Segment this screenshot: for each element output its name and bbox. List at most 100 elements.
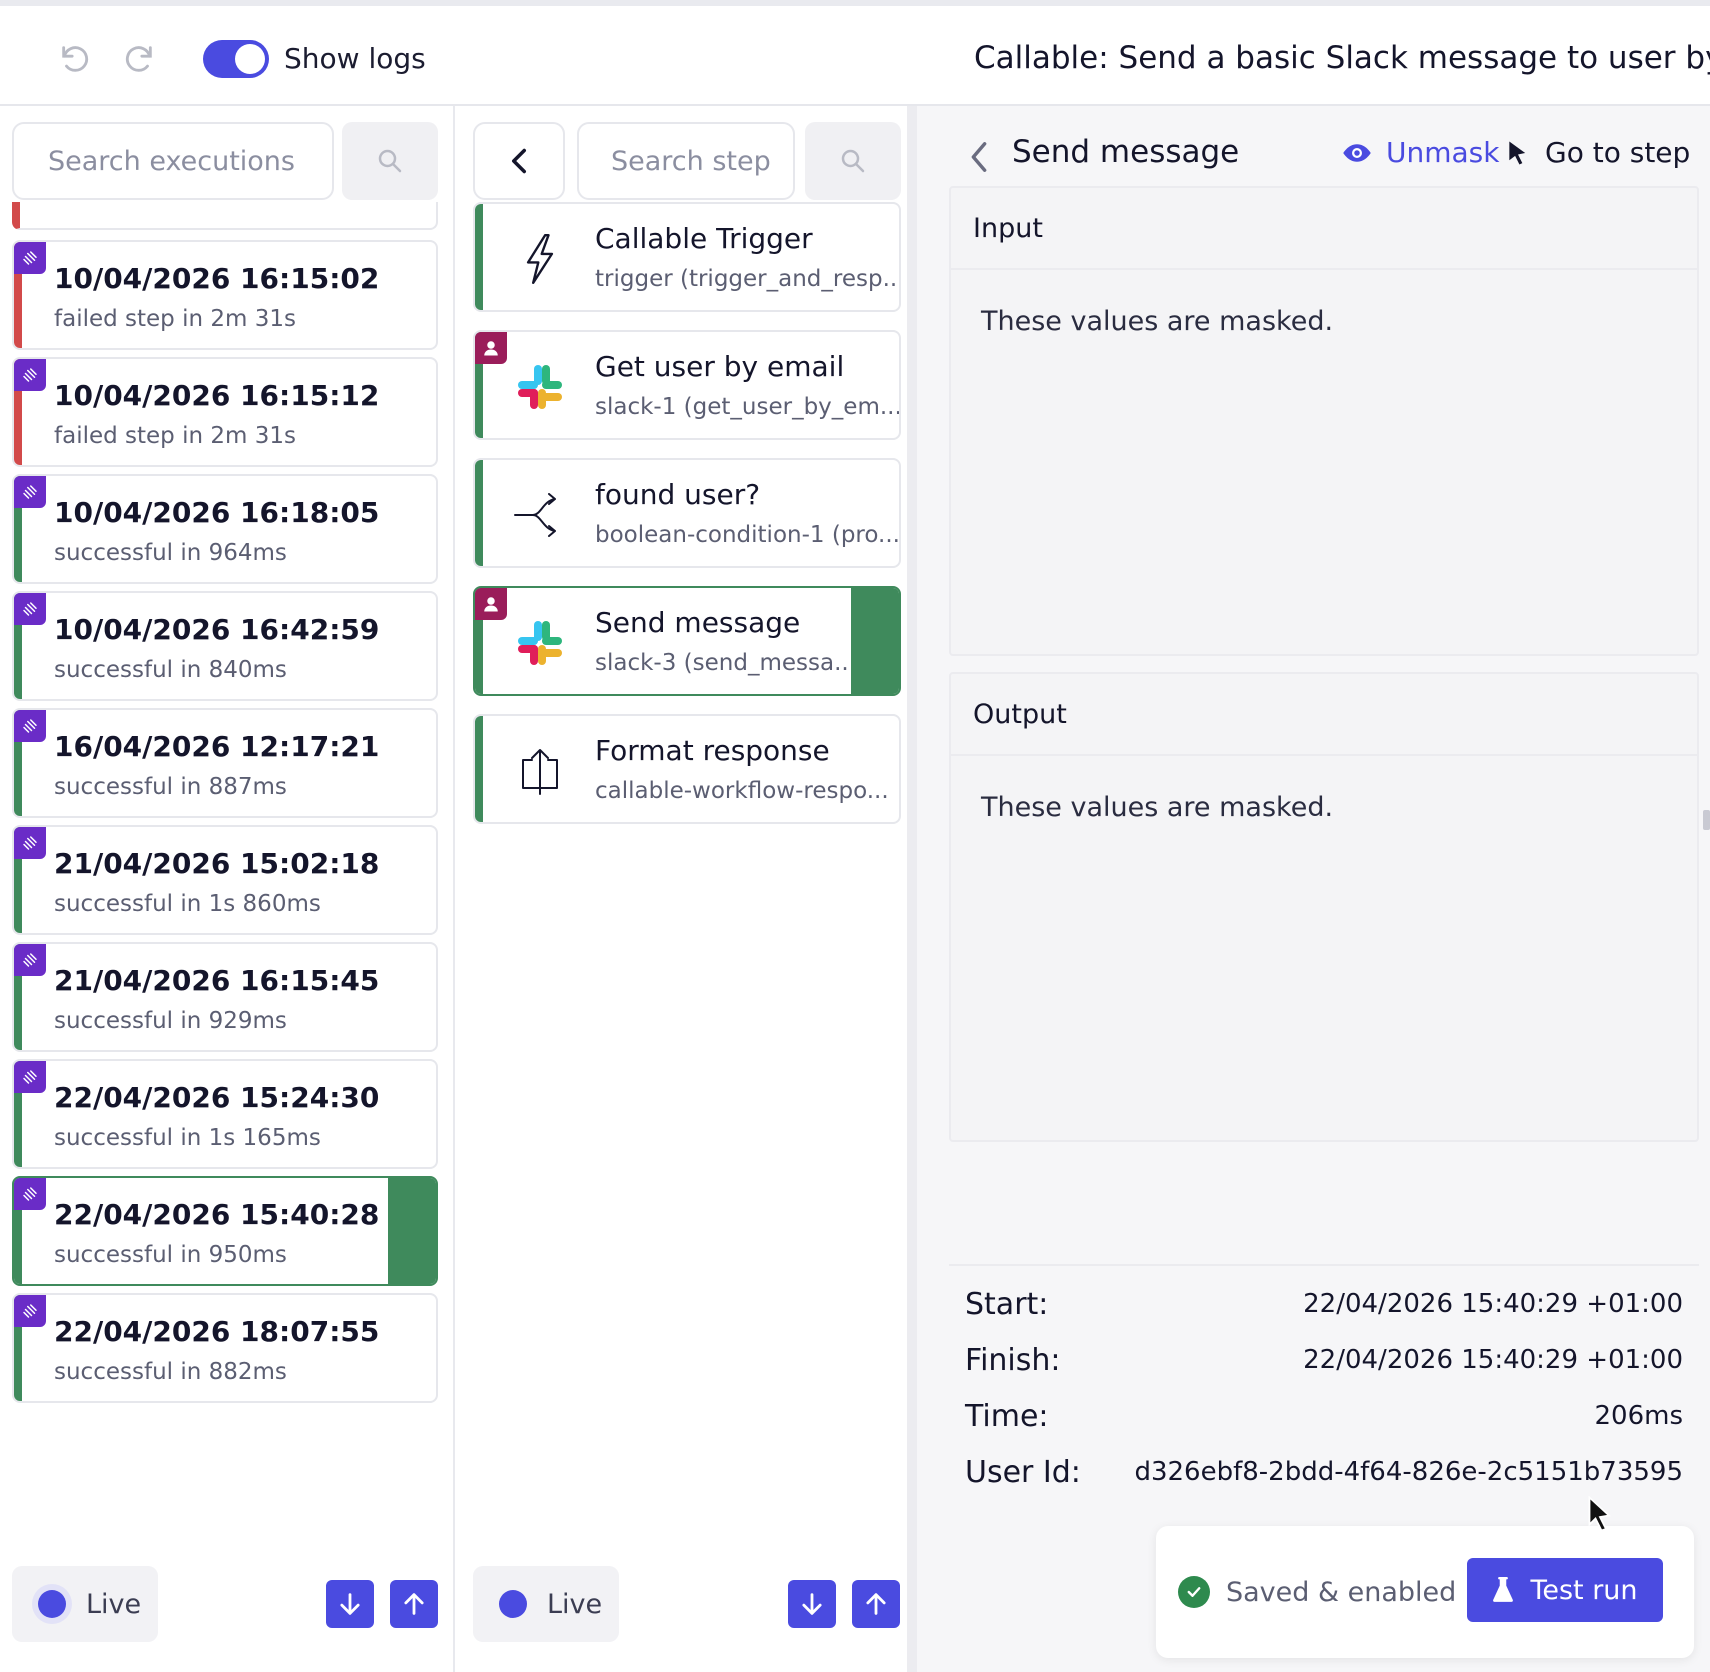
input-masked-text: These values are masked. bbox=[981, 306, 1334, 337]
trigger-tag-icon bbox=[14, 242, 46, 274]
test-run-label: Test run bbox=[1530, 1574, 1638, 1606]
live-button[interactable]: Live bbox=[473, 1566, 619, 1642]
upload-box-icon bbox=[511, 742, 569, 800]
saved-label: Saved & enabled bbox=[1226, 1576, 1457, 1608]
status-stripe bbox=[475, 716, 483, 822]
search-step-input[interactable]: Search step bbox=[577, 122, 795, 200]
execution-date: 10/04/2026 16:15:02 bbox=[54, 262, 380, 295]
execution-card[interactable]: 10/04/2026 16:18:05 successful in 964ms bbox=[12, 474, 438, 584]
execution-card[interactable]: 22/04/2026 15:24:30 successful in 1s 165m… bbox=[12, 1059, 438, 1169]
slack-icon bbox=[511, 358, 569, 416]
trigger-tag-icon bbox=[14, 710, 46, 742]
search-executions-button[interactable] bbox=[342, 122, 438, 200]
selected-indicator bbox=[851, 588, 899, 694]
arrow-up-icon bbox=[404, 1593, 424, 1615]
selected-indicator bbox=[388, 1178, 436, 1284]
execution-status: successful in 840ms bbox=[54, 657, 287, 683]
test-run-button[interactable]: Test run bbox=[1467, 1558, 1663, 1622]
execution-card[interactable]: 22/04/2026 15:40:28 successful in 950ms bbox=[12, 1176, 438, 1286]
execution-status: successful in 964ms bbox=[54, 540, 287, 566]
execution-status: successful in 1s 165ms bbox=[54, 1125, 321, 1151]
mouse-cursor-icon bbox=[1588, 1496, 1611, 1532]
meta-time-row: Time: 206ms bbox=[965, 1396, 1683, 1436]
meta-start-value: 22/04/2026 15:40:29 +01:00 bbox=[1303, 1289, 1683, 1319]
output-panel: Output These values are masked. bbox=[949, 672, 1699, 1142]
cursor-arrow-icon bbox=[1509, 140, 1526, 165]
step-card[interactable]: Callable Trigger trigger (trigger_and_res… bbox=[473, 202, 901, 312]
step-id: callable-workflow-respo... bbox=[595, 778, 889, 804]
meta-start-label: Start: bbox=[965, 1286, 1049, 1322]
search-icon bbox=[378, 149, 402, 173]
show-logs-toggle[interactable] bbox=[203, 40, 269, 78]
execution-card[interactable]: 10/04/2026 16:42:59 successful in 840ms bbox=[12, 591, 438, 701]
execution-card[interactable]: 21/04/2026 15:02:18 successful in 1s 860m… bbox=[12, 825, 438, 935]
step-id: slack-3 (send_messa... bbox=[595, 650, 857, 676]
execution-date: 10/04/2026 16:15:12 bbox=[54, 379, 380, 412]
meta-time-value: 206ms bbox=[1594, 1401, 1684, 1431]
step-card[interactable]: Format response callable-workflow-respo..… bbox=[473, 714, 901, 824]
step-detail-title: Send message bbox=[1012, 134, 1240, 170]
execution-status: failed step in 2m 31s bbox=[54, 306, 296, 332]
scroll-up-button[interactable] bbox=[852, 1580, 900, 1628]
executions-panel: Search executions 10/04/2026 16:15:02 fai… bbox=[0, 106, 455, 1672]
steps-back-button[interactable] bbox=[473, 122, 565, 200]
undo-icon[interactable] bbox=[58, 42, 92, 76]
unmask-button[interactable]: Unmask bbox=[1342, 136, 1499, 169]
execution-status: successful in 1s 860ms bbox=[54, 891, 321, 917]
output-header: Output bbox=[951, 674, 1697, 756]
execution-date: 21/04/2026 15:02:18 bbox=[54, 847, 380, 880]
execution-card[interactable]: 21/04/2026 16:15:45 successful in 929ms bbox=[12, 942, 438, 1052]
user-icon bbox=[475, 332, 507, 364]
toggle-knob bbox=[235, 44, 265, 74]
go-to-step-button[interactable]: Go to step bbox=[1507, 136, 1690, 169]
live-button[interactable]: Live bbox=[12, 1566, 158, 1642]
show-logs-label: Show logs bbox=[284, 42, 426, 75]
step-id: boolean-condition-1 (pro... bbox=[595, 522, 900, 548]
arrow-down-icon bbox=[802, 1593, 822, 1615]
trigger-tag-icon bbox=[14, 1295, 46, 1327]
check-circle-icon bbox=[1178, 1576, 1210, 1608]
trigger-tag-icon bbox=[14, 476, 46, 508]
scroll-up-button[interactable] bbox=[390, 1580, 438, 1628]
arrow-up-icon bbox=[866, 1593, 886, 1615]
live-dot bbox=[499, 1590, 527, 1618]
user-icon bbox=[475, 588, 507, 620]
execution-date: 22/04/2026 18:07:55 bbox=[54, 1315, 380, 1348]
scroll-down-button[interactable] bbox=[326, 1580, 374, 1628]
execution-status: successful in 929ms bbox=[54, 1008, 287, 1034]
step-card[interactable]: found user? boolean-condition-1 (pro... bbox=[473, 458, 901, 568]
step-card[interactable]: Send message slack-3 (send_messa... bbox=[473, 586, 901, 696]
execution-status: successful in 887ms bbox=[54, 774, 287, 800]
meta-start-row: Start: 22/04/2026 15:40:29 +01:00 bbox=[965, 1284, 1683, 1324]
saved-status: Saved & enabled bbox=[1178, 1576, 1456, 1608]
live-label: Live bbox=[547, 1588, 603, 1620]
scrollbar-thumb[interactable] bbox=[1703, 810, 1710, 830]
branch-icon bbox=[511, 486, 569, 544]
execution-card[interactable]: 10/04/2026 16:15:12 failed step in 2m 31s bbox=[12, 357, 438, 467]
chevron-left-icon[interactable] bbox=[967, 140, 991, 174]
search-step-button[interactable] bbox=[805, 122, 901, 200]
meta-userid-label: User Id: bbox=[965, 1454, 1081, 1490]
execution-date: 21/04/2026 16:15:45 bbox=[54, 964, 380, 997]
meta-finish-row: Finish: 22/04/2026 15:40:29 +01:00 bbox=[965, 1340, 1683, 1380]
execution-card[interactable]: 10/04/2026 16:15:02 failed step in 2m 31s bbox=[12, 240, 438, 350]
meta-time-label: Time: bbox=[965, 1398, 1049, 1434]
live-dot bbox=[38, 1590, 66, 1618]
trigger-tag-icon bbox=[14, 1178, 46, 1210]
redo-icon[interactable] bbox=[122, 42, 156, 76]
steps-panel: Search step Callable Trigger trigger (tri… bbox=[455, 106, 917, 1672]
execution-card[interactable]: 16/04/2026 12:17:21 successful in 887ms bbox=[12, 708, 438, 818]
live-label: Live bbox=[86, 1588, 142, 1620]
arrow-down-icon bbox=[340, 1593, 360, 1615]
execution-date: 10/04/2026 16:18:05 bbox=[54, 496, 380, 529]
step-name: Callable Trigger bbox=[595, 222, 813, 255]
search-executions-input[interactable]: Search executions bbox=[12, 122, 334, 200]
execution-card[interactable]: 22/04/2026 18:07:55 successful in 882ms bbox=[12, 1293, 438, 1403]
execution-date: 10/04/2026 16:42:59 bbox=[54, 613, 380, 646]
step-id: slack-1 (get_user_by_em... bbox=[595, 394, 901, 420]
execution-status: successful in 950ms bbox=[54, 1242, 287, 1268]
input-panel: Input These values are masked. bbox=[949, 186, 1699, 656]
scroll-down-button[interactable] bbox=[788, 1580, 836, 1628]
execution-card-partial[interactable] bbox=[12, 202, 438, 230]
step-card[interactable]: Get user by email slack-1 (get_user_by_em… bbox=[473, 330, 901, 440]
